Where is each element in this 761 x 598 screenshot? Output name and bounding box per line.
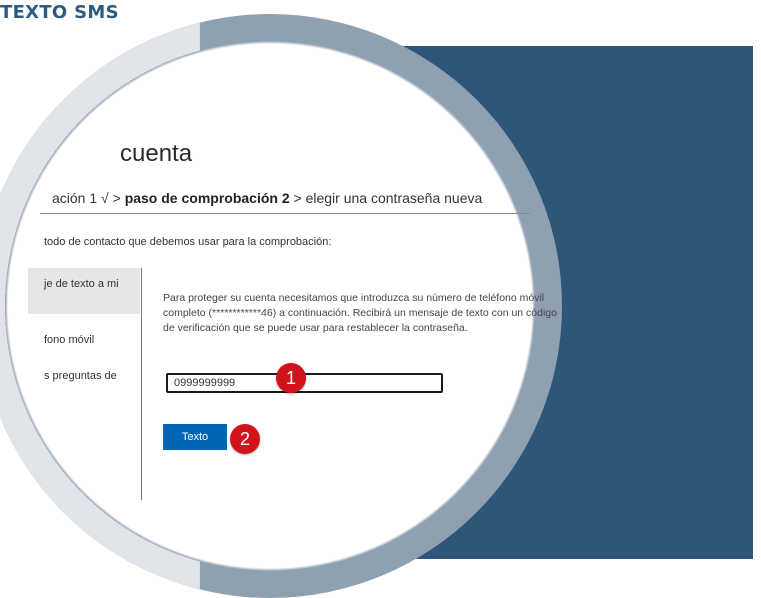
- send-text-button[interactable]: Texto: [163, 424, 227, 450]
- callout-badge-1: 1: [276, 363, 306, 393]
- verification-description: Para proteger su cuenta necesitamos que …: [163, 292, 557, 334]
- step-current: paso de comprobación 2: [124, 190, 290, 206]
- sidebar-item-label: fono móvil: [44, 334, 95, 346]
- magnified-content: cuenta ación 1 √ > paso de comprobación …: [0, 0, 761, 587]
- page-title: cuenta: [120, 140, 193, 167]
- sidebar-item-security-questions[interactable]: s preguntas de: [28, 370, 140, 382]
- callout-badge-2: 2: [230, 424, 260, 454]
- sidebar-item-call-phone[interactable]: fono móvil: [28, 334, 140, 346]
- step-next: > elegir una contraseña nueva: [293, 190, 483, 206]
- step-breadcrumb: ación 1 √ > paso de comprobación 2 > ele…: [52, 190, 482, 206]
- sidebar-item-text-message[interactable]: je de texto a mi: [28, 268, 140, 314]
- sidebar-item-label: je de texto a mi: [44, 278, 119, 290]
- step-previous: ación 1 √ >: [52, 190, 121, 206]
- sidebar-divider: [141, 268, 142, 500]
- sidebar-item-label: s preguntas de: [44, 370, 117, 382]
- contact-method-instruction: todo de contacto que debemos usar para l…: [44, 236, 332, 248]
- steps-divider: [40, 213, 530, 214]
